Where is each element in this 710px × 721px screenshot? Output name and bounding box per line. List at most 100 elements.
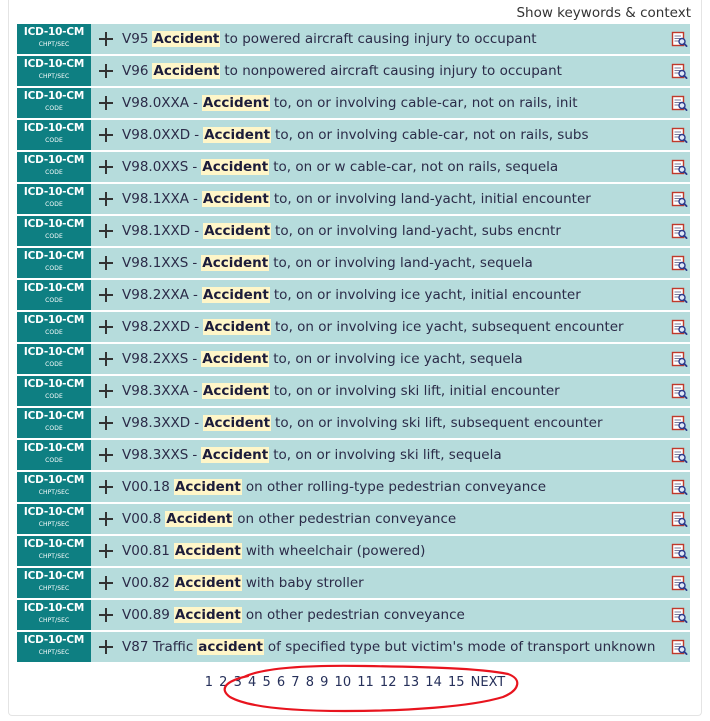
result-text: to, on or involving land-yacht, subs enc… bbox=[275, 223, 561, 239]
result-code[interactable]: V98.0XXS bbox=[122, 159, 188, 175]
document-search-icon[interactable] bbox=[668, 24, 690, 54]
document-search-icon[interactable] bbox=[668, 120, 690, 150]
page-link-3[interactable]: 3 bbox=[234, 675, 242, 690]
result-code[interactable]: V00.82 bbox=[122, 575, 170, 591]
document-search-icon[interactable] bbox=[668, 472, 690, 502]
page-link-11[interactable]: 11 bbox=[357, 675, 374, 690]
plus-icon[interactable] bbox=[99, 416, 113, 430]
result-text: to, on or involving ski lift, initial en… bbox=[273, 383, 560, 399]
page-link-10[interactable]: 10 bbox=[335, 675, 352, 690]
plus-icon[interactable] bbox=[99, 320, 113, 334]
plus-icon[interactable] bbox=[99, 64, 113, 78]
document-search-icon[interactable] bbox=[668, 408, 690, 438]
result-text: to, on or involving cable-car, not on ra… bbox=[273, 95, 578, 111]
document-search-icon[interactable] bbox=[668, 152, 690, 182]
plus-icon[interactable] bbox=[99, 384, 113, 398]
page-link-8[interactable]: 8 bbox=[306, 675, 314, 690]
badge-system: ICD-10-CM bbox=[23, 218, 85, 230]
plus-icon[interactable] bbox=[99, 544, 113, 558]
result-code[interactable]: V87 Traffic bbox=[122, 639, 193, 655]
result-code[interactable]: V98.3XXS bbox=[122, 447, 188, 463]
document-search-icon[interactable] bbox=[668, 600, 690, 630]
result-code[interactable]: V98.1XXS bbox=[122, 255, 188, 271]
document-search-icon[interactable] bbox=[668, 280, 690, 310]
badge-system: ICD-10-CM bbox=[23, 506, 85, 518]
document-search-icon[interactable] bbox=[668, 88, 690, 118]
page-link-2[interactable]: 2 bbox=[219, 675, 227, 690]
document-search-icon[interactable] bbox=[668, 440, 690, 470]
document-search-icon[interactable] bbox=[668, 568, 690, 598]
plus-icon[interactable] bbox=[99, 128, 113, 142]
badge-type: CHPT/SEC bbox=[38, 520, 70, 528]
result-code[interactable]: V95 bbox=[122, 31, 148, 47]
document-search-icon[interactable] bbox=[668, 184, 690, 214]
document-search-icon[interactable] bbox=[668, 632, 690, 662]
result-row: ICD-10-CM CODE V98.3XXS - Accident to, o… bbox=[17, 440, 690, 470]
result-code[interactable]: V00.81 bbox=[122, 543, 170, 559]
result-text: to, on or involving ice yacht, initial e… bbox=[273, 287, 581, 303]
show-keywords-context-link[interactable]: Show keywords & context bbox=[516, 5, 691, 21]
plus-icon[interactable] bbox=[99, 192, 113, 206]
plus-icon[interactable] bbox=[99, 32, 113, 46]
result-code[interactable]: V00.8 bbox=[122, 511, 161, 527]
result-code[interactable]: V98.2XXD bbox=[122, 319, 190, 335]
result-code[interactable]: V98.2XXA bbox=[122, 287, 189, 303]
result-code[interactable]: V00.18 bbox=[122, 479, 170, 495]
page-link-6[interactable]: 6 bbox=[277, 675, 285, 690]
result-code[interactable]: V96 bbox=[122, 63, 148, 79]
plus-icon[interactable] bbox=[99, 608, 113, 622]
plus-icon[interactable] bbox=[99, 352, 113, 366]
code-separator: - bbox=[192, 447, 198, 463]
page-link-15[interactable]: 15 bbox=[448, 675, 465, 690]
document-search-icon[interactable] bbox=[668, 536, 690, 566]
keyword-highlight: Accident bbox=[201, 351, 270, 367]
page-link-7[interactable]: 7 bbox=[291, 675, 299, 690]
result-code[interactable]: V98.0XXD bbox=[122, 127, 190, 143]
result-code[interactable]: V98.1XXD bbox=[122, 223, 190, 239]
badge-type: CODE bbox=[45, 104, 63, 112]
document-search-icon[interactable] bbox=[668, 312, 690, 342]
result-code[interactable]: V98.0XXA bbox=[122, 95, 189, 111]
document-search-icon[interactable] bbox=[668, 248, 690, 278]
plus-icon[interactable] bbox=[99, 160, 113, 174]
result-code[interactable]: V98.1XXA bbox=[122, 191, 189, 207]
code-separator: - bbox=[194, 415, 200, 431]
badge-type: CODE bbox=[45, 424, 63, 432]
document-search-icon[interactable] bbox=[668, 56, 690, 86]
result-code[interactable]: V98.3XXA bbox=[122, 383, 189, 399]
page-link-13[interactable]: 13 bbox=[403, 675, 420, 690]
page-link-1[interactable]: 1 bbox=[205, 675, 213, 690]
keyword-highlight: accident bbox=[197, 639, 264, 655]
result-row: ICD-10-CM CHPT/SEC V00.81 Accident with … bbox=[17, 536, 690, 566]
code-separator: - bbox=[193, 95, 198, 111]
document-search-icon[interactable] bbox=[668, 376, 690, 406]
result-text: to, on or involving ski lift, subsequent… bbox=[275, 415, 603, 431]
plus-icon[interactable] bbox=[99, 480, 113, 494]
page-link-9[interactable]: 9 bbox=[320, 675, 328, 690]
next-page-link[interactable]: NEXT bbox=[471, 675, 506, 690]
result-code[interactable]: V00.89 bbox=[122, 607, 170, 623]
plus-icon[interactable] bbox=[99, 256, 113, 270]
plus-icon[interactable] bbox=[99, 224, 113, 238]
code-system-badge: ICD-10-CM CODE bbox=[17, 280, 91, 310]
plus-icon[interactable] bbox=[99, 640, 113, 654]
page-link-4[interactable]: 4 bbox=[248, 675, 256, 690]
badge-system: ICD-10-CM bbox=[23, 538, 85, 550]
result-text: to, on or involving ice yacht, sequela bbox=[273, 351, 523, 367]
plus-icon[interactable] bbox=[99, 288, 113, 302]
document-search-icon[interactable] bbox=[668, 216, 690, 246]
plus-icon[interactable] bbox=[99, 96, 113, 110]
document-search-icon[interactable] bbox=[668, 344, 690, 374]
plus-icon[interactable] bbox=[99, 512, 113, 526]
document-search-icon[interactable] bbox=[668, 504, 690, 534]
plus-icon[interactable] bbox=[99, 576, 113, 590]
code-system-badge: ICD-10-CM CODE bbox=[17, 440, 91, 470]
plus-icon[interactable] bbox=[99, 448, 113, 462]
page-link-14[interactable]: 14 bbox=[425, 675, 442, 690]
page-link-5[interactable]: 5 bbox=[262, 675, 270, 690]
code-separator: - bbox=[194, 223, 200, 239]
result-code[interactable]: V98.2XXS bbox=[122, 351, 188, 367]
result-text: to, on or involving cable-car, not on ra… bbox=[275, 127, 589, 143]
page-link-12[interactable]: 12 bbox=[380, 675, 397, 690]
result-code[interactable]: V98.3XXD bbox=[122, 415, 190, 431]
